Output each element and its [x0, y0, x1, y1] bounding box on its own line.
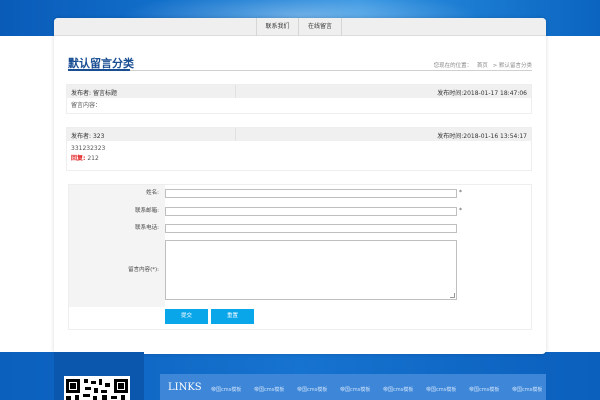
name-required-mark: * [459, 189, 462, 196]
message-reply: 回复: 212 [71, 154, 527, 164]
phone-field[interactable] [165, 224, 457, 233]
time-value: 2018-01-16 13:54:17 [463, 133, 527, 140]
time-label: 发布时间: [437, 133, 464, 140]
author-label: 发布者: [71, 90, 92, 97]
message-header: 发布者: 323 发布时间:2018-01-16 13:54:17 [67, 128, 531, 141]
links-box: LINKS 帝国cms模板 帝国cms模板 帝国cms模板 帝国cms模板 帝国… [160, 374, 546, 400]
title-divider [68, 70, 532, 71]
message-author: 发布者: 留言标题 [71, 88, 117, 97]
reply-label: 回复: [71, 155, 86, 162]
name-field[interactable] [165, 189, 457, 198]
author-name: 323 [92, 133, 105, 140]
phone-label: 联系电话: [69, 223, 165, 234]
resize-grip-icon[interactable] [450, 293, 455, 298]
author-name: 留言标题 [92, 90, 117, 97]
name-label: 姓名: [69, 188, 165, 199]
footer-link[interactable]: 帝国cms模板 [254, 386, 284, 393]
time-label: 发布时间: [437, 90, 464, 97]
footer-link[interactable]: 帝国cms模板 [340, 386, 370, 393]
breadcrumb-current[interactable]: > 默认留言分类 [493, 63, 532, 69]
footer-link[interactable]: 帝国cms模板 [512, 386, 542, 393]
footer-link[interactable]: 帝国cms模板 [426, 386, 456, 393]
footer-link[interactable]: 帝国cms模板 [383, 386, 413, 393]
links-title: LINKS [168, 382, 202, 393]
message-time: 发布时间:2018-01-16 13:54:17 [437, 131, 527, 140]
footer-link[interactable]: 帝国cms模板 [469, 386, 499, 393]
email-label: 联系邮箱: [69, 206, 165, 217]
header-separator [235, 85, 236, 98]
main-card: 联系我们 在线留言 默认留言分类 您现在的位置： 首页 > 默认留言分类 发布者… [54, 18, 546, 354]
top-nav: 联系我们 在线留言 [54, 18, 546, 36]
message-author: 发布者: 323 [71, 131, 104, 140]
qr-code-icon [64, 376, 130, 400]
message-body: 331232323 回复: 212 [67, 141, 531, 167]
reset-button[interactable]: 重置 [211, 309, 254, 324]
content-textarea[interactable] [165, 240, 457, 300]
email-field[interactable] [165, 207, 457, 216]
breadcrumb-home-link[interactable]: 首页 [477, 63, 488, 69]
message-content: 331232323 [71, 145, 106, 152]
title-accent-bar [68, 69, 130, 71]
message-item: 发布者: 留言标题 发布时间:2018-01-17 18:47:06 留言内容： [66, 84, 532, 114]
message-item: 发布者: 323 发布时间:2018-01-16 13:54:17 331232… [66, 127, 532, 171]
message-header: 发布者: 留言标题 发布时间:2018-01-17 18:47:06 [67, 85, 531, 98]
message-time: 发布时间:2018-01-17 18:47:06 [437, 88, 527, 97]
breadcrumb: 您现在的位置： 首页 > 默认留言分类 [431, 61, 532, 69]
content-label: 留言内容(*): [69, 240, 165, 300]
tab-contact-us[interactable]: 联系我们 [256, 18, 298, 36]
author-label: 发布者: [71, 133, 92, 140]
breadcrumb-prefix: 您现在的位置： [433, 63, 473, 69]
footer-link[interactable]: 帝国cms模板 [211, 386, 241, 393]
submit-button[interactable]: 提交 [165, 309, 208, 324]
message-form: 姓名: * 联系邮箱: * 联系电话: 留言内容(*): 提交 重置 [68, 184, 532, 330]
tab-online-message[interactable]: 在线留言 [298, 18, 342, 36]
footer-link[interactable]: 帝国cms模板 [297, 386, 327, 393]
email-required-mark: * [459, 207, 462, 214]
time-value: 2018-01-17 18:47:06 [463, 90, 527, 97]
message-body: 留言内容： [67, 98, 531, 114]
message-content: 留言内容： [71, 102, 102, 109]
reply-text: 212 [87, 155, 99, 162]
header-separator [235, 128, 236, 141]
